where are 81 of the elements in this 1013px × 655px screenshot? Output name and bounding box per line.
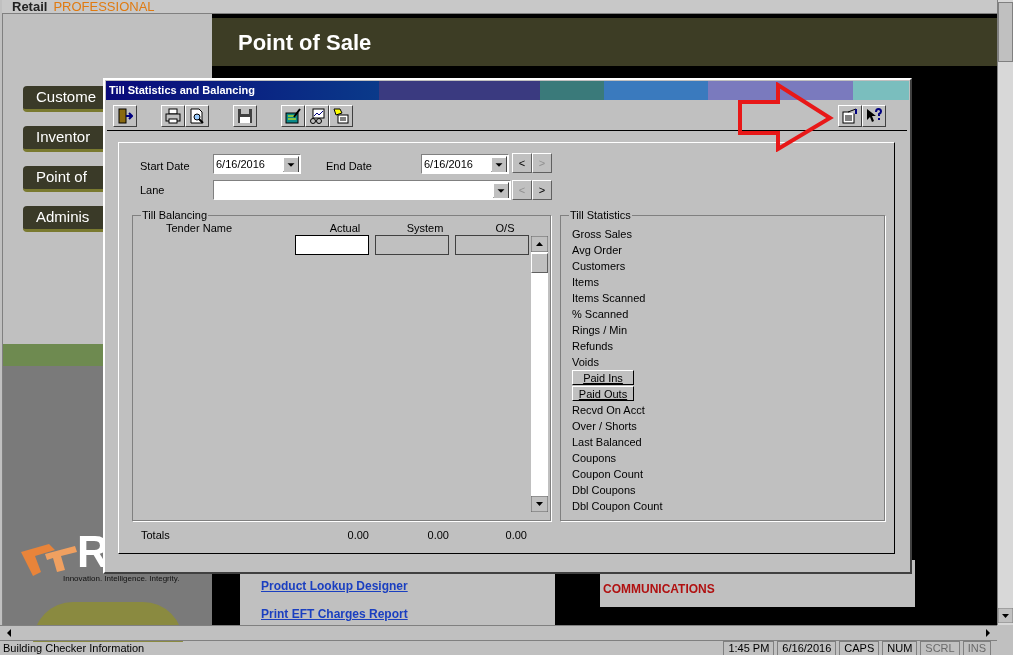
lane-dropdown[interactable] (213, 180, 511, 200)
statistic-label: Items (572, 275, 600, 290)
toolbar-button[interactable] (113, 105, 137, 127)
scrollbar-thumb[interactable] (998, 2, 1013, 62)
previous-button[interactable]: < (512, 153, 532, 173)
total-value: 0.00 (346, 528, 369, 543)
toolbar-button[interactable] (281, 105, 305, 127)
status-panel: CAPS (839, 640, 880, 655)
status-panel: INS (962, 640, 991, 655)
toolbar-button[interactable] (161, 105, 185, 127)
edit-icon (285, 108, 301, 124)
toolbar-button[interactable] (838, 105, 862, 127)
statistics-button[interactable]: Paid Outs (572, 386, 634, 401)
statistic-label: Rings / Min (572, 323, 629, 338)
column-header: System (405, 222, 445, 235)
statistic-label: Avg Order (572, 243, 623, 258)
total-value: 0.00 (504, 528, 527, 543)
scroll-down-icon[interactable] (531, 496, 548, 512)
statistic-label: Refunds (572, 339, 614, 354)
statistic-label: Voids (572, 355, 600, 370)
printer-icon (165, 108, 181, 124)
totals-label: Totals (141, 528, 170, 543)
group-title: Till Balancing (141, 208, 208, 222)
scroll-up-icon[interactable] (531, 236, 548, 252)
statistic-label: Gross Sales (572, 227, 633, 242)
group-title: Till Statistics (569, 208, 632, 222)
status-panel: 6/16/2016 (777, 640, 837, 655)
column-header: Actual (328, 222, 362, 235)
scroll-down-icon[interactable] (998, 608, 1013, 623)
properties-icon (842, 108, 858, 124)
field-label: End Date (326, 159, 372, 174)
toolbar-button[interactable] (305, 105, 329, 127)
dropdown-arrow-icon[interactable] (283, 156, 299, 172)
end-date-dropdown[interactable]: 6/16/2016 (421, 154, 509, 174)
field-value: 6/16/2016 (215, 156, 265, 172)
field-value: 6/16/2016 (423, 156, 473, 172)
vertical-scrollbar[interactable] (997, 0, 1013, 625)
tagline: Innovation. Intelligence. Integrity. (63, 574, 180, 583)
toolbar-button[interactable] (329, 105, 353, 127)
statistic-label: Dbl Coupons (572, 483, 637, 498)
dropdown-arrow-icon[interactable] (493, 182, 509, 198)
status-panel: 1:45 PM (723, 640, 775, 655)
toolbar-button[interactable] (862, 105, 886, 127)
link[interactable]: Print EFT Charges Report (261, 607, 555, 621)
statistic-label: Customers (572, 259, 627, 274)
column-header: O/S (494, 222, 516, 235)
brand-subtitle: PROFESSIONAL (53, 0, 155, 13)
horizontal-scrollbar[interactable] (0, 625, 997, 641)
statistic-label: % Scanned (572, 307, 630, 322)
statistic-label: Over / Shorts (572, 419, 638, 434)
field-label: Start Date (140, 159, 190, 174)
dropdown-arrow-icon[interactable] (491, 156, 507, 172)
statistic-label: Last Balanced (572, 435, 643, 450)
communications-heading: COMMUNICATIONS (603, 582, 715, 596)
print-preview-icon (189, 108, 205, 124)
status-panel: SCRL (920, 640, 960, 655)
form-icon (333, 108, 349, 124)
toolbar-button[interactable] (233, 105, 257, 127)
field-label: Lane (140, 183, 165, 198)
exit-icon (117, 108, 133, 124)
link[interactable]: Product Lookup Designer (261, 579, 555, 593)
status-panel: NUM (882, 640, 918, 655)
start-date-dropdown[interactable]: 6/16/2016 (213, 154, 301, 174)
toolbar-button[interactable] (185, 105, 209, 127)
statistics-button[interactable]: Paid Ins (572, 370, 634, 385)
statistic-label: Recvd On Acct (572, 403, 646, 418)
list-scrollbar[interactable] (531, 236, 548, 512)
status-message: Building Checker Information (2, 641, 145, 655)
help-icon (866, 108, 882, 124)
brand-name: Retail (12, 0, 48, 13)
total-value: 0.00 (426, 528, 449, 543)
chart-icon (309, 108, 325, 124)
actual-input[interactable] (295, 235, 369, 255)
statistic-label: Coupon Count (572, 467, 644, 482)
banner-title: Point of Sale (238, 28, 372, 57)
statistic-label: Dbl Coupon Count (572, 499, 663, 514)
save-icon (237, 108, 253, 124)
column-header: Tender Name (166, 222, 233, 235)
next-button[interactable]: > (532, 180, 552, 200)
statistic-label: Coupons (572, 451, 618, 466)
statistic-label: Items Scanned (572, 291, 647, 306)
